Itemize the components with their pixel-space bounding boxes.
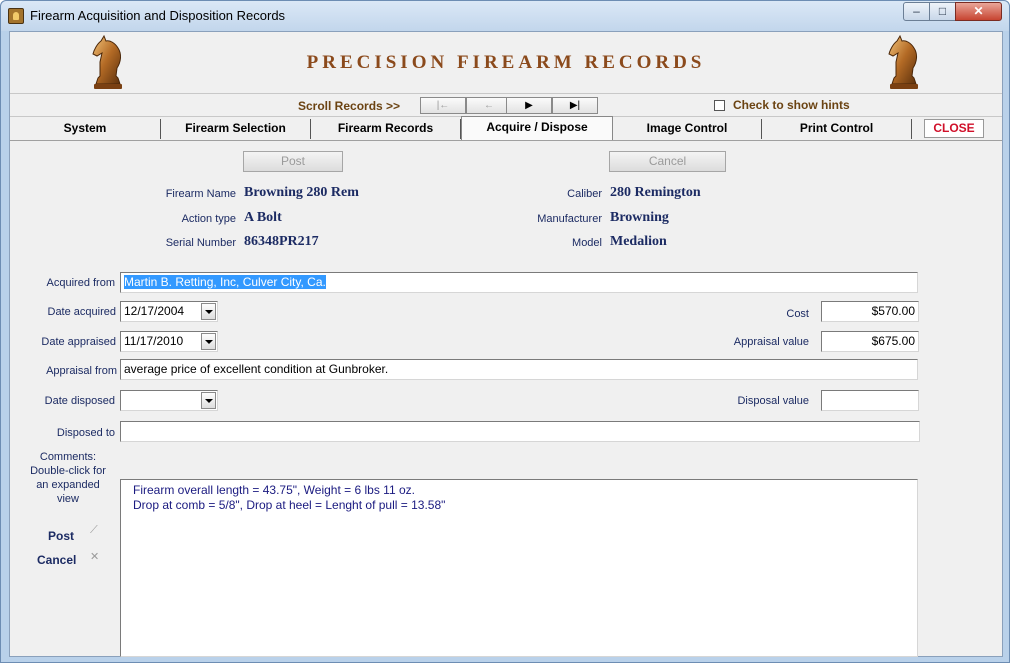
appraisal-from-label: Appraisal from	[46, 365, 117, 377]
date-appraised-value: 11/17/2010	[124, 334, 184, 348]
window-title: Firearm Acquisition and Disposition Reco…	[30, 8, 286, 23]
action-type-value: A Bolt	[244, 210, 282, 225]
model-value: Medalion	[610, 234, 667, 249]
knight-logo-icon	[888, 34, 918, 89]
serial-number-label: Serial Number	[165, 237, 236, 249]
hints-checkbox[interactable]	[714, 100, 725, 111]
date-appraised-label: Date appraised	[41, 336, 116, 348]
acquired-from-field[interactable]: Martin B. Retting, Inc, Culver City, Ca.	[120, 272, 918, 293]
date-acquired-value: 12/17/2004	[124, 304, 185, 318]
disposal-value-label: Disposal value	[737, 395, 809, 407]
cost-field[interactable]: $570.00	[821, 301, 919, 322]
acquired-from-value: Martin B. Retting, Inc, Culver City, Ca.	[124, 275, 326, 289]
tab-print-control[interactable]: Print Control	[762, 119, 912, 139]
cancel-x-icon: ✕	[90, 551, 100, 563]
maximize-button[interactable]: □	[929, 2, 956, 21]
acquired-from-label: Acquired from	[46, 277, 115, 289]
next-record-button[interactable]: ▶	[506, 97, 552, 114]
header-band: PRECISION FIREARM RECORDS	[10, 32, 1002, 92]
chevron-down-icon[interactable]	[201, 333, 216, 350]
disposed-to-field[interactable]	[120, 421, 920, 442]
comments-label: Comments: Double-click for an expanded v…	[20, 450, 116, 506]
comments-textarea[interactable]: Firearm overall length = 43.75", Weight …	[120, 479, 918, 657]
date-acquired-picker[interactable]: 12/17/2004	[120, 301, 218, 322]
serial-number-value: 86348PR217	[244, 234, 319, 249]
close-button[interactable]: CLOSE	[924, 119, 984, 138]
side-cancel-link[interactable]: Cancel	[37, 553, 76, 567]
appraisal-value-label: Appraisal value	[733, 336, 809, 348]
chevron-down-icon[interactable]	[201, 303, 216, 320]
disposed-to-label: Disposed to	[56, 427, 115, 439]
caliber-label: Caliber	[567, 188, 602, 200]
title-bar[interactable]: Firearm Acquisition and Disposition Reco…	[1, 1, 1009, 31]
comments-label-line: an expanded	[36, 479, 100, 491]
tab-firearm-selection[interactable]: Firearm Selection	[161, 119, 311, 139]
last-record-button[interactable]: ▶|	[552, 97, 598, 114]
record-navigation-bar: Scroll Records >> |← ← ▶ ▶| Check to sho…	[10, 93, 1002, 117]
appraisal-from-field[interactable]: average price of excellent condition at …	[120, 359, 918, 380]
client-area: PRECISION FIREARM RECORDS Scroll Records…	[9, 31, 1003, 657]
firearm-name-label: Firearm Name	[165, 188, 236, 200]
hints-label[interactable]: Check to show hints	[733, 98, 850, 112]
manufacturer-value: Browning	[610, 210, 669, 225]
date-disposed-picker[interactable]	[120, 390, 218, 411]
comments-line: Firearm overall length = 43.75", Weight …	[133, 483, 415, 497]
tab-firearm-records[interactable]: Firearm Records	[311, 119, 461, 139]
comments-label-line: view	[56, 493, 79, 505]
comments-line: Drop at comb = 5/8", Drop at heel = Leng…	[133, 498, 446, 512]
action-type-label: Action type	[181, 213, 236, 225]
acquire-dispose-panel: Post Cancel Firearm Name Browning 280 Re…	[10, 140, 1002, 657]
minimize-button[interactable]: ‒	[903, 2, 930, 21]
app-icon	[8, 8, 24, 24]
window-close-button[interactable]: ✕	[955, 2, 1002, 21]
post-button[interactable]: Post	[243, 151, 343, 172]
post-check-icon: ⟋	[90, 524, 98, 536]
tab-system[interactable]: System	[10, 119, 161, 139]
scroll-records-label: Scroll Records >>	[298, 99, 401, 113]
disposal-value-field[interactable]	[821, 390, 919, 411]
side-post-link[interactable]: Post	[48, 529, 74, 543]
comments-label-line: Comments:	[39, 451, 97, 463]
date-appraised-picker[interactable]: 11/17/2010	[120, 331, 218, 352]
caliber-value: 280 Remington	[610, 185, 701, 200]
model-label: Model	[572, 237, 602, 249]
cancel-button[interactable]: Cancel	[609, 151, 726, 172]
brand-title: PRECISION FIREARM RECORDS	[306, 52, 706, 73]
cost-label: Cost	[786, 308, 809, 320]
comments-label-line: Double-click for	[30, 465, 106, 477]
firearm-name-value: Browning 280 Rem	[244, 185, 359, 200]
first-record-button[interactable]: |←	[420, 97, 466, 114]
chevron-down-icon[interactable]	[201, 392, 216, 409]
tab-strip: System Firearm Selection Firearm Records…	[10, 116, 1002, 140]
app-window: Firearm Acquisition and Disposition Reco…	[0, 0, 1010, 663]
date-acquired-label: Date acquired	[47, 306, 117, 318]
manufacturer-label: Manufacturer	[537, 213, 602, 225]
appraisal-value-field[interactable]: $675.00	[821, 331, 919, 352]
date-disposed-label: Date disposed	[44, 395, 115, 407]
tab-image-control[interactable]: Image Control	[613, 119, 762, 139]
tab-acquire-dispose[interactable]: Acquire / Dispose	[461, 116, 613, 140]
